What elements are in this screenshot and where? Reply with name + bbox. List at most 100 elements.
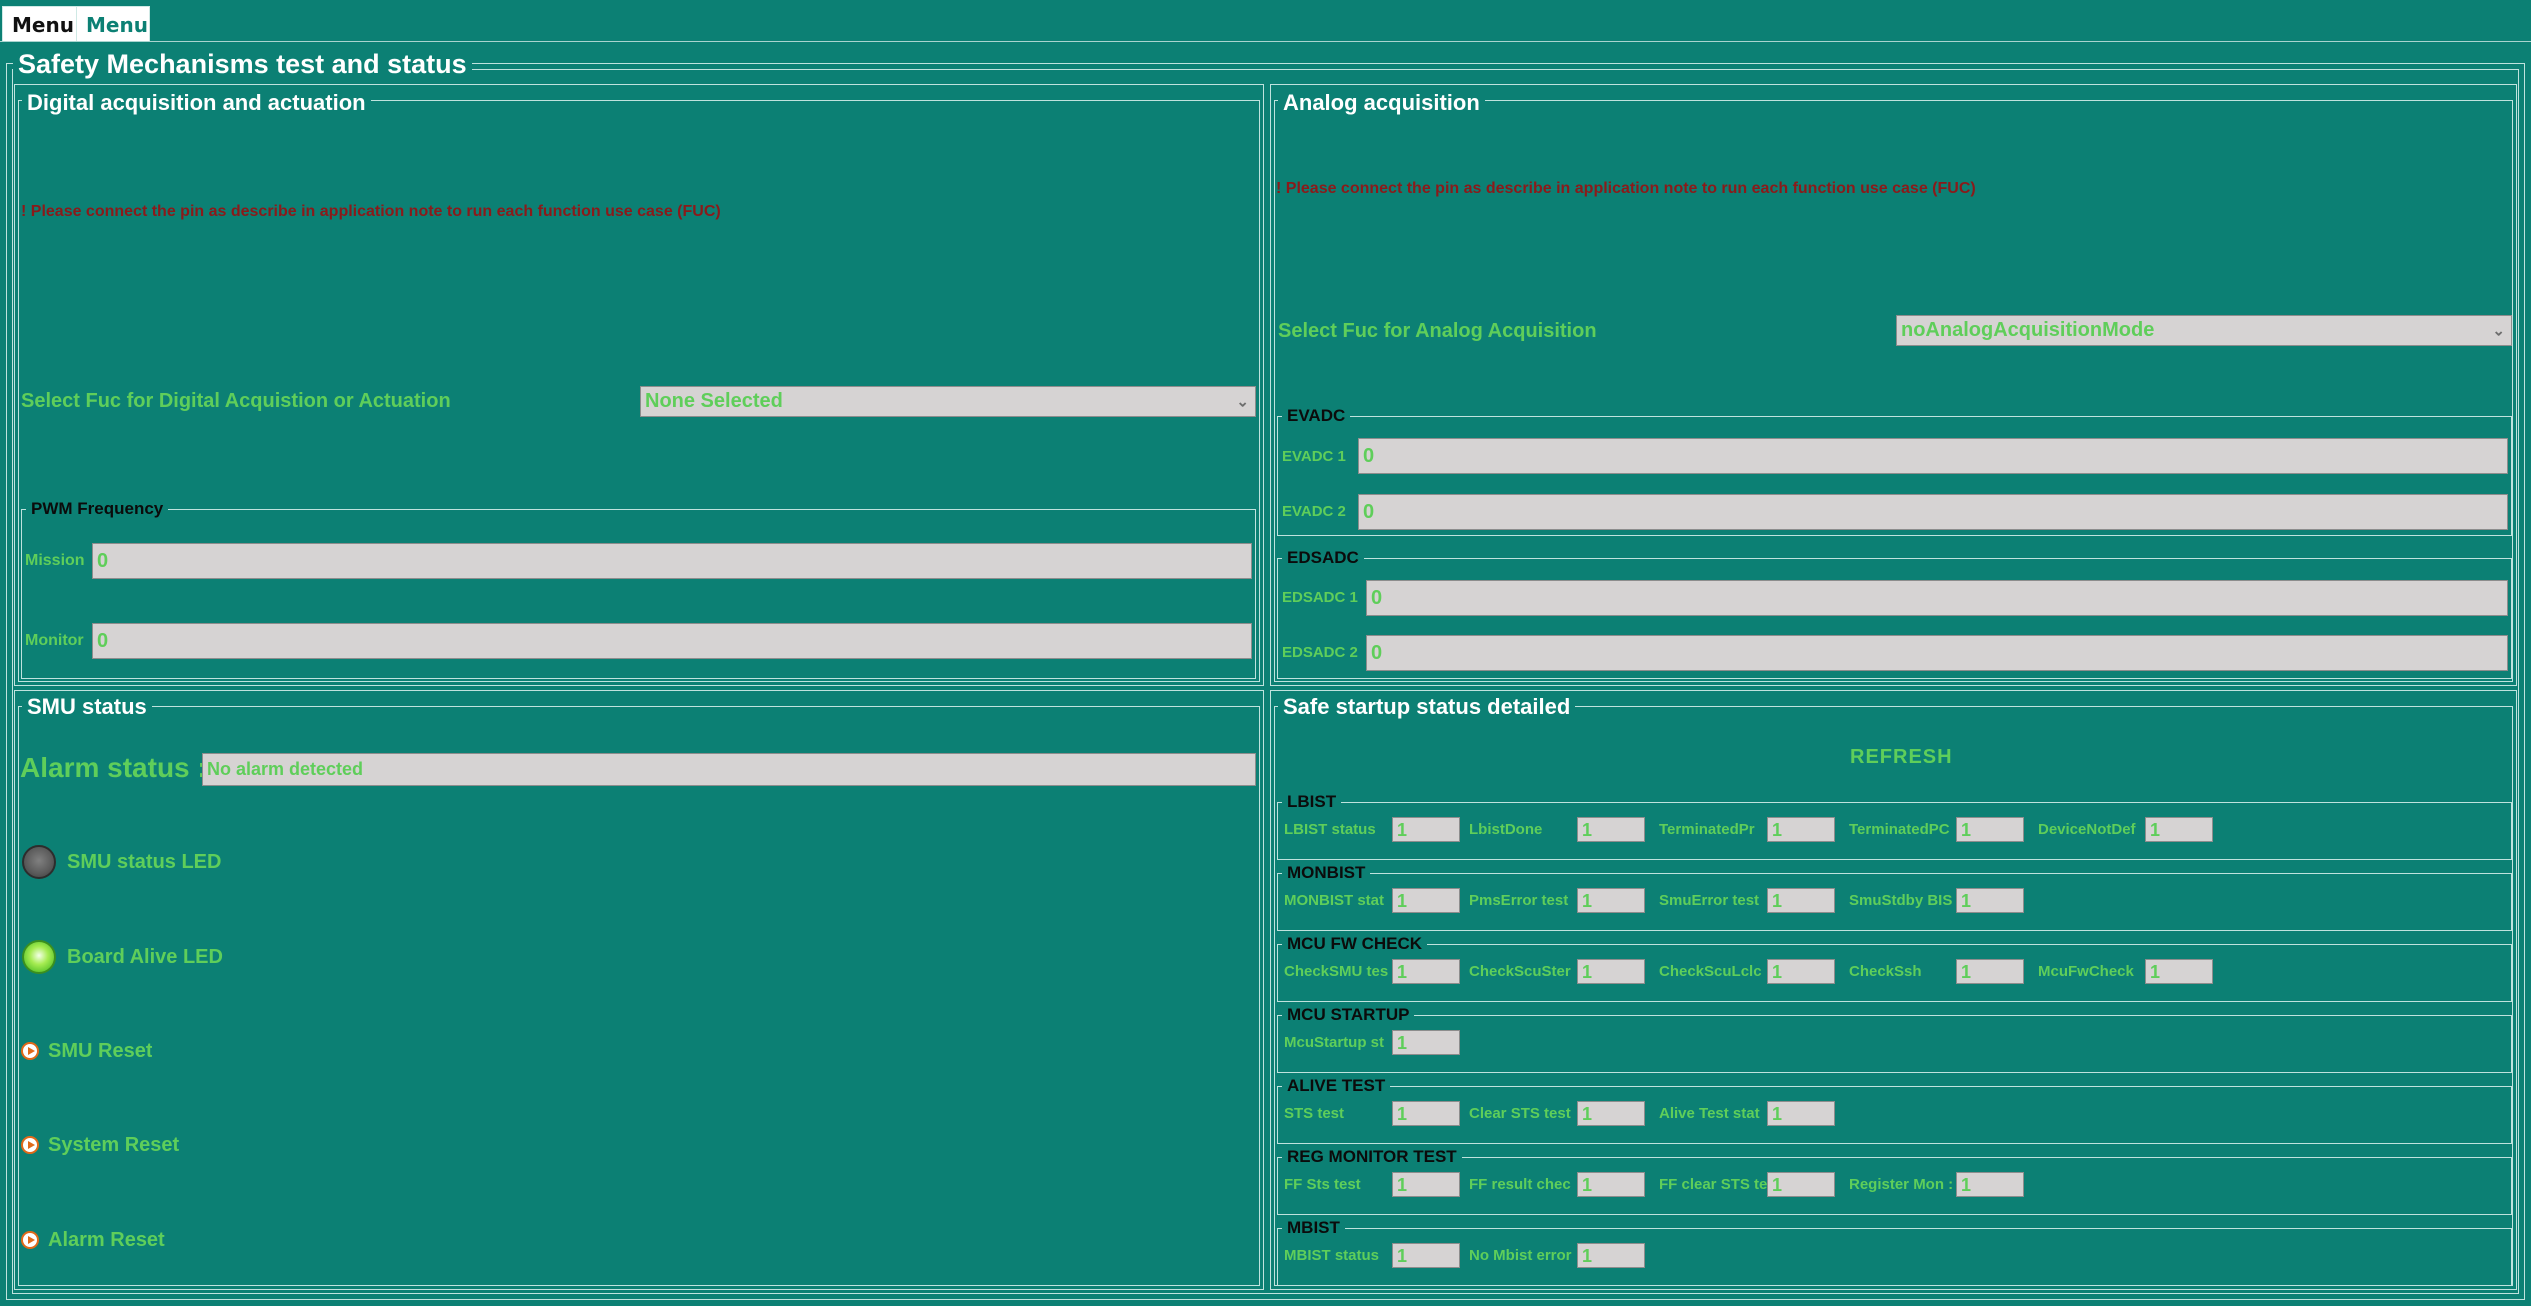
edsadc-1-field[interactable]: 0 <box>1366 580 2508 616</box>
alarm-status-field: No alarm detected <box>202 753 1256 786</box>
startup-group-title: MONBIST <box>1282 863 1371 883</box>
smu-groupbox-inner <box>18 706 1260 1286</box>
startup-item-value: 1 <box>2145 817 2213 842</box>
startup-item-label: FF Sts test <box>1284 1176 1361 1193</box>
digital-select-label: Select Fuc for Digital Acquistion or Act… <box>21 390 451 412</box>
smu-status-led-icon <box>22 845 56 879</box>
startup-item-label: TerminatedPr <box>1659 821 1755 838</box>
startup-item-value: 1 <box>1577 817 1645 842</box>
analog-fuc-select[interactable]: noAnalogAcquisitionMode ⌄ <box>1896 315 2512 346</box>
startup-item-value: 1 <box>1956 959 2024 984</box>
board-alive-led-label: Board Alive LED <box>67 946 223 968</box>
smu-reset-label: SMU Reset <box>48 1040 153 1062</box>
startup-group-title: MCU FW CHECK <box>1282 934 1428 954</box>
startup-item-value: 1 <box>1392 817 1460 842</box>
startup-item-label: CheckSsh <box>1849 963 1922 980</box>
startup-item-value: 1 <box>1577 1172 1645 1197</box>
startup-item-value: 1 <box>1767 888 1835 913</box>
startup-item-value: 1 <box>1392 1030 1460 1055</box>
tab-bar-divider <box>0 41 2531 42</box>
smu-status-led-label: SMU status LED <box>67 851 222 873</box>
startup-item-label: FF clear STS te <box>1659 1176 1767 1193</box>
startup-group-box <box>1277 1086 2512 1144</box>
chevron-down-icon: ⌄ <box>1236 393 1249 410</box>
analog-select-label: Select Fuc for Analog Acquisition <box>1278 320 1597 342</box>
startup-item-label: STS test <box>1284 1105 1345 1122</box>
alarm-status-label: Alarm status : <box>20 752 207 783</box>
startup-item-value: 1 <box>1577 1101 1645 1126</box>
startup-item-value: 1 <box>1767 1101 1835 1126</box>
startup-group-box <box>1277 1015 2512 1073</box>
startup-item-label: No Mbist error <box>1469 1247 1572 1264</box>
edsadc-2-label: EDSADC 2 <box>1282 644 1358 661</box>
startup-item-label: FF result chec <box>1469 1176 1571 1193</box>
startup-group-title: LBIST <box>1282 792 1342 812</box>
tab-menu-1[interactable]: Menu 1 <box>2 6 78 73</box>
startup-item-value: 1 <box>1577 959 1645 984</box>
startup-item-label: LbistDone <box>1469 821 1543 838</box>
refresh-button[interactable]: REFRESH <box>1850 746 1953 769</box>
evadc-2-label: EVADC 2 <box>1282 503 1346 520</box>
startup-item-label: TerminatedPC <box>1849 821 1950 838</box>
startup-item-label: DeviceNotDef <box>2038 821 2136 838</box>
startup-item-label: SmuStdby BIS <box>1849 892 1953 909</box>
startup-group-title: MCU STARTUP <box>1282 1005 1415 1025</box>
startup-item-value: 1 <box>1956 888 2024 913</box>
startup-group-title: REG MONITOR TEST <box>1282 1147 1462 1167</box>
startup-title: Safe startup status detailed <box>1278 694 1576 720</box>
startup-item-label: Register Mon : <box>1849 1176 1954 1193</box>
startup-item-value: 1 <box>1392 888 1460 913</box>
startup-item-value: 1 <box>1577 888 1645 913</box>
pwm-title: PWM Frequency <box>26 499 169 519</box>
startup-item-value: 1 <box>1392 1172 1460 1197</box>
tab-menu-2[interactable]: Menu 2 <box>76 6 150 73</box>
startup-item-label: CheckSMU tes <box>1284 963 1389 980</box>
pwm-monitor-field[interactable]: 0 <box>92 623 1252 659</box>
startup-item-value: 1 <box>1392 1243 1460 1268</box>
chevron-down-icon: ⌄ <box>2492 322 2505 339</box>
startup-item-label: MBIST status <box>1284 1247 1380 1264</box>
startup-item-label: CheckScuLclc <box>1659 963 1762 980</box>
play-icon <box>21 1042 39 1060</box>
board-alive-led-icon <box>22 940 56 974</box>
startup-item-label: MONBIST stat <box>1284 892 1385 909</box>
pwm-monitor-label: Monitor <box>25 632 84 649</box>
evadc-1-label: EVADC 1 <box>1282 448 1346 465</box>
startup-item-value: 1 <box>2145 959 2213 984</box>
system-reset-label: System Reset <box>48 1134 180 1156</box>
startup-item-value: 1 <box>1767 1172 1835 1197</box>
startup-item-label: PmsError test <box>1469 892 1569 909</box>
play-icon <box>21 1231 39 1249</box>
digital-fuc-select[interactable]: None Selected ⌄ <box>640 386 1256 417</box>
analog-warning-text: ! Please connect the pin as describe in … <box>1276 180 1976 197</box>
startup-item-label: CheckScuSter <box>1469 963 1571 980</box>
startup-item-value: 1 <box>1956 817 2024 842</box>
startup-item-label: Clear STS test <box>1469 1105 1571 1122</box>
analog-fuc-select-value: noAnalogAcquisitionMode <box>1901 319 2155 341</box>
edsadc-1-label: EDSADC 1 <box>1282 589 1358 606</box>
evadc-2-field[interactable]: 0 <box>1358 494 2508 530</box>
startup-group-box <box>1277 1228 2512 1286</box>
startup-item-value: 1 <box>1577 1243 1645 1268</box>
evadc-title: EVADC <box>1282 406 1351 426</box>
startup-item-value: 1 <box>1392 959 1460 984</box>
edsadc-title: EDSADC <box>1282 548 1364 568</box>
analog-title: Analog acquisition <box>1278 90 1485 116</box>
startup-item-value: 1 <box>1392 1101 1460 1126</box>
pwm-mission-field[interactable]: 0 <box>92 543 1252 579</box>
startup-item-value: 1 <box>1956 1172 2024 1197</box>
alarm-reset-label: Alarm Reset <box>48 1229 165 1251</box>
startup-item-value: 1 <box>1767 817 1835 842</box>
pwm-mission-label: Mission <box>25 552 85 569</box>
play-icon <box>21 1136 39 1154</box>
digital-fuc-select-value: None Selected <box>645 390 783 412</box>
evadc-1-field[interactable]: 0 <box>1358 438 2508 474</box>
startup-item-label: SmuError test <box>1659 892 1760 909</box>
smu-title: SMU status <box>22 694 152 720</box>
startup-item-value: 1 <box>1767 959 1835 984</box>
digital-title: Digital acquisition and actuation <box>22 90 371 116</box>
digital-warning-text: ! Please connect the pin as describe in … <box>21 203 721 220</box>
startup-group-title: MBIST <box>1282 1218 1345 1238</box>
startup-group-title: ALIVE TEST <box>1282 1076 1391 1096</box>
edsadc-2-field[interactable]: 0 <box>1366 635 2508 671</box>
